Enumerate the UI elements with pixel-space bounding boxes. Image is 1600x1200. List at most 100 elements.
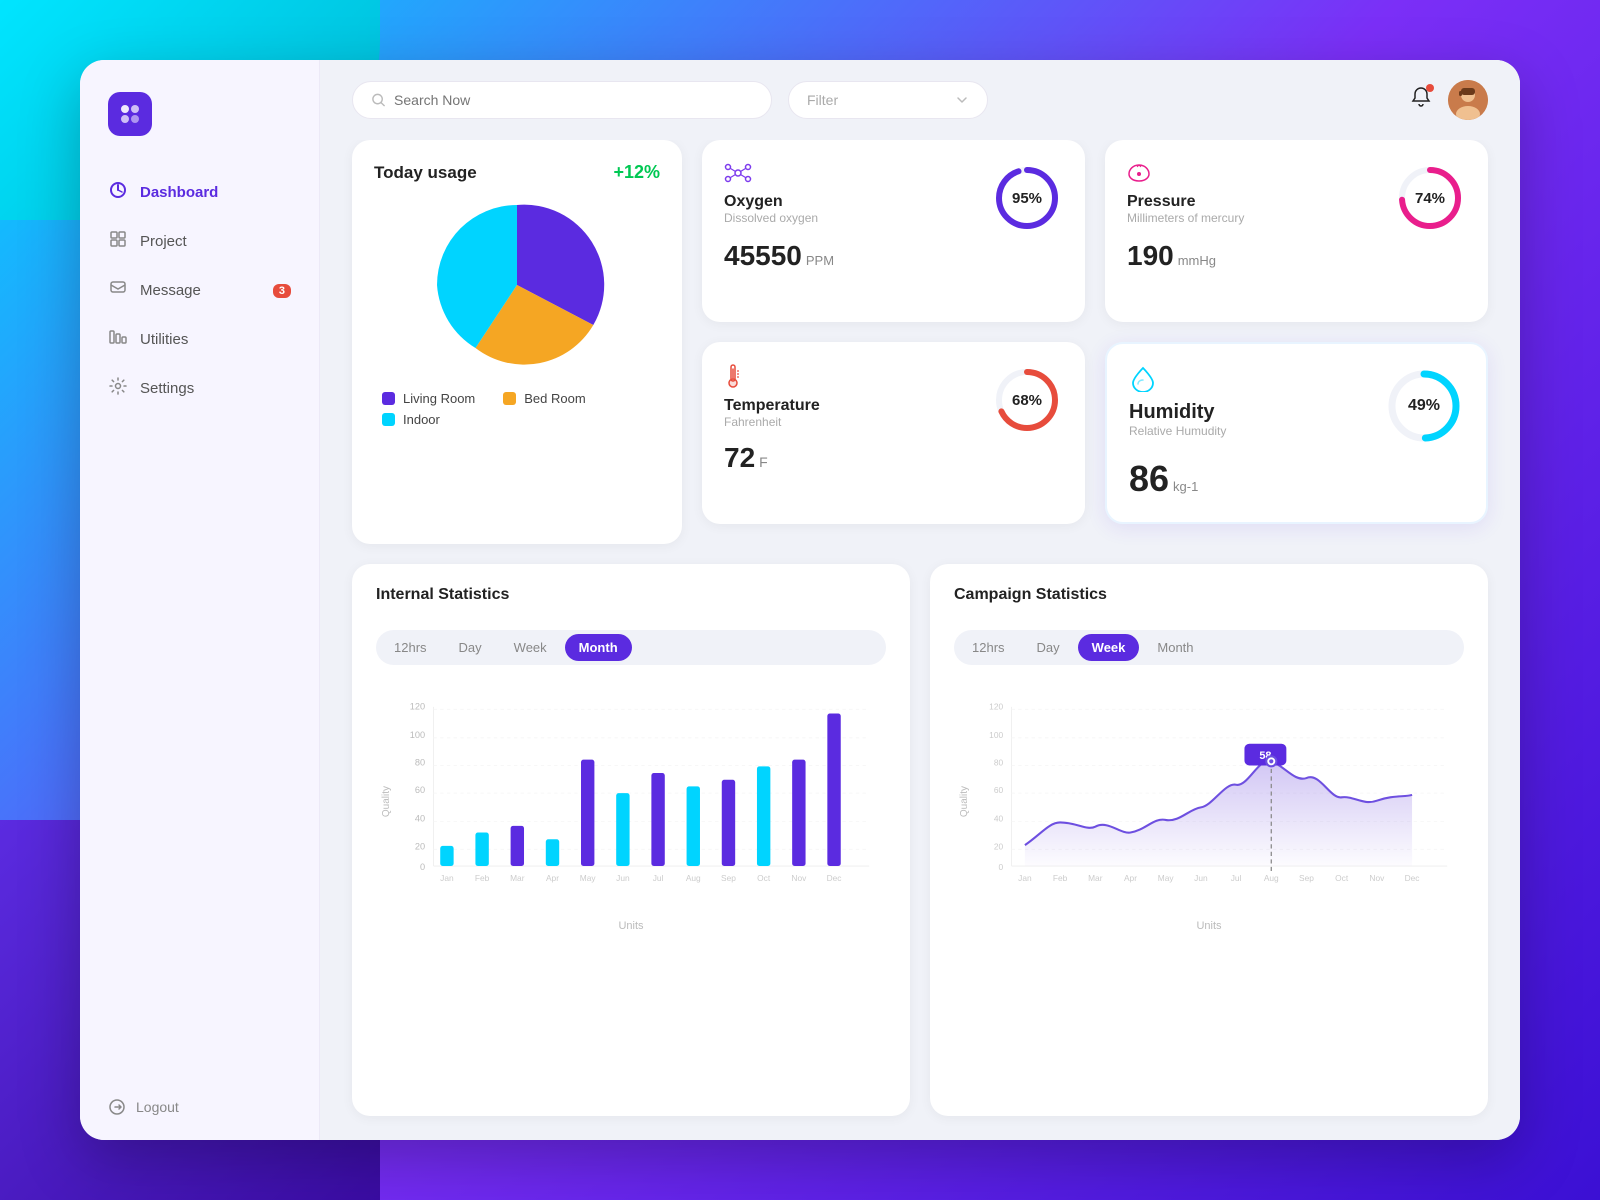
temperature-header: Temperature Fahrenheit 68% bbox=[724, 364, 1063, 436]
pressure-name: Pressure bbox=[1127, 193, 1244, 211]
legend-label-bedroom: Bed Room bbox=[524, 391, 585, 406]
project-icon bbox=[108, 230, 128, 253]
sidebar-item-dashboard[interactable]: Dashboard bbox=[80, 168, 319, 217]
internal-y-axis-label: Quality bbox=[381, 786, 392, 817]
svg-text:Jul: Jul bbox=[1231, 873, 1242, 883]
svg-text:Nov: Nov bbox=[1369, 873, 1385, 883]
humidity-value: 86 kg-1 bbox=[1129, 458, 1464, 500]
oxygen-value: 45550 PPM bbox=[724, 240, 1063, 272]
logout-label: Logout bbox=[136, 1099, 179, 1115]
sidebar-item-message[interactable]: Message 3 bbox=[80, 266, 319, 315]
svg-text:40: 40 bbox=[994, 814, 1004, 824]
svg-text:Mar: Mar bbox=[1088, 873, 1103, 883]
humidity-card: Humidity Relative Humudity 49% bbox=[1105, 342, 1488, 524]
svg-text:20: 20 bbox=[415, 841, 425, 851]
temperature-ring: 68% bbox=[991, 364, 1063, 436]
logo-icon bbox=[108, 92, 152, 136]
sidebar-nav: Dashboard Project bbox=[80, 160, 319, 1074]
svg-text:Jun: Jun bbox=[1194, 873, 1208, 883]
temperature-percent: 68% bbox=[1012, 392, 1042, 409]
oxygen-name: Oxygen bbox=[724, 193, 818, 211]
filter-12hrs[interactable]: 12hrs bbox=[380, 634, 441, 661]
filter-dropdown[interactable]: Filter bbox=[788, 81, 988, 119]
temperature-subtitle: Fahrenheit bbox=[724, 415, 820, 429]
logout-button[interactable]: Logout bbox=[80, 1074, 319, 1140]
utilities-icon bbox=[108, 328, 128, 351]
humidity-icon bbox=[1129, 366, 1157, 392]
filter-month[interactable]: Month bbox=[565, 634, 632, 661]
campaign-filter-day[interactable]: Day bbox=[1023, 634, 1074, 661]
svg-text:Mar: Mar bbox=[510, 873, 525, 883]
top-row: Today usage +12% bbox=[352, 140, 1488, 544]
pressure-ring: 74% bbox=[1394, 162, 1466, 234]
svg-text:Jan: Jan bbox=[440, 873, 454, 883]
today-percent: +12% bbox=[613, 162, 660, 183]
filter-day[interactable]: Day bbox=[445, 634, 496, 661]
today-usage-card: Today usage +12% bbox=[352, 140, 682, 544]
svg-text:Aug: Aug bbox=[1264, 873, 1279, 883]
svg-text:Dec: Dec bbox=[827, 873, 842, 883]
temperature-name: Temperature bbox=[724, 397, 820, 415]
pressure-card: Pressure Millimeters of mercury 74% bbox=[1105, 140, 1488, 322]
internal-time-filters: 12hrs Day Week Month bbox=[376, 630, 886, 665]
pressure-header: Pressure Millimeters of mercury 74% bbox=[1127, 162, 1466, 234]
notification-bell[interactable] bbox=[1410, 86, 1432, 114]
notification-dot bbox=[1426, 84, 1434, 92]
sidebar-label-dashboard: Dashboard bbox=[140, 184, 218, 201]
campaign-filter-month[interactable]: Month bbox=[1143, 634, 1207, 661]
user-avatar[interactable] bbox=[1448, 80, 1488, 120]
sidebar-item-settings[interactable]: Settings bbox=[80, 364, 319, 413]
oxygen-card: Oxygen Dissolved oxygen 95% bbox=[702, 140, 1085, 322]
svg-text:120: 120 bbox=[410, 701, 425, 711]
svg-text:Dec: Dec bbox=[1405, 873, 1420, 883]
temperature-value: 72 F bbox=[724, 442, 1063, 474]
svg-text:Feb: Feb bbox=[1053, 873, 1068, 883]
internal-stats-title: Internal Statistics bbox=[376, 586, 509, 604]
sidebar-item-project[interactable]: Project bbox=[80, 217, 319, 266]
message-badge: 3 bbox=[273, 284, 291, 298]
stats-grid: Oxygen Dissolved oxygen 95% bbox=[702, 140, 1488, 524]
svg-text:80: 80 bbox=[994, 757, 1004, 767]
svg-text:0: 0 bbox=[998, 862, 1003, 872]
svg-text:Jun: Jun bbox=[616, 873, 630, 883]
topbar-icons bbox=[1410, 80, 1488, 120]
svg-text:80: 80 bbox=[415, 757, 425, 767]
svg-text:0: 0 bbox=[420, 862, 425, 872]
campaign-filter-12hrs[interactable]: 12hrs bbox=[958, 634, 1019, 661]
legend-bedroom: Bed Room bbox=[503, 391, 585, 406]
today-title: Today usage bbox=[374, 163, 477, 183]
sidebar-logo bbox=[80, 60, 319, 160]
filter-week[interactable]: Week bbox=[500, 634, 561, 661]
campaign-area-chart: 120 100 80 60 40 20 0 bbox=[978, 679, 1464, 919]
humidity-percent: 49% bbox=[1408, 397, 1440, 415]
campaign-stats-card: Campaign Statistics 12hrs Day Week Month… bbox=[930, 564, 1488, 1116]
svg-text:Feb: Feb bbox=[475, 873, 490, 883]
legend-dot-bedroom bbox=[503, 392, 516, 405]
temperature-icon bbox=[724, 364, 742, 388]
sidebar-label-project: Project bbox=[140, 233, 187, 250]
temperature-card: Temperature Fahrenheit 68% bbox=[702, 342, 1085, 524]
svg-text:40: 40 bbox=[415, 814, 425, 824]
search-input[interactable] bbox=[394, 92, 753, 108]
sidebar: Dashboard Project bbox=[80, 60, 320, 1140]
legend-indoor: Indoor bbox=[382, 412, 440, 427]
oxygen-percent: 95% bbox=[1012, 190, 1042, 207]
svg-text:100: 100 bbox=[989, 730, 1003, 740]
search-box[interactable] bbox=[352, 81, 772, 119]
pie-legend: Living Room Bed Room Indoor bbox=[374, 391, 660, 427]
sidebar-label-settings: Settings bbox=[140, 380, 194, 397]
internal-bar-chart: 120 100 80 60 40 20 0 bbox=[400, 679, 886, 919]
svg-text:May: May bbox=[580, 873, 597, 883]
svg-text:Nov: Nov bbox=[791, 873, 807, 883]
legend-label-indoor: Indoor bbox=[403, 412, 440, 427]
legend-dot-indoor bbox=[382, 413, 395, 426]
svg-text:60: 60 bbox=[994, 785, 1004, 795]
campaign-filter-week[interactable]: Week bbox=[1078, 634, 1140, 661]
svg-text:Jul: Jul bbox=[653, 873, 664, 883]
sidebar-item-utilities[interactable]: Utilities bbox=[80, 315, 319, 364]
oxygen-subtitle: Dissolved oxygen bbox=[724, 211, 818, 225]
campaign-y-axis-label: Quality bbox=[959, 786, 970, 817]
svg-text:Jan: Jan bbox=[1018, 873, 1032, 883]
search-icon bbox=[371, 92, 386, 108]
today-header: Today usage +12% bbox=[374, 162, 660, 183]
